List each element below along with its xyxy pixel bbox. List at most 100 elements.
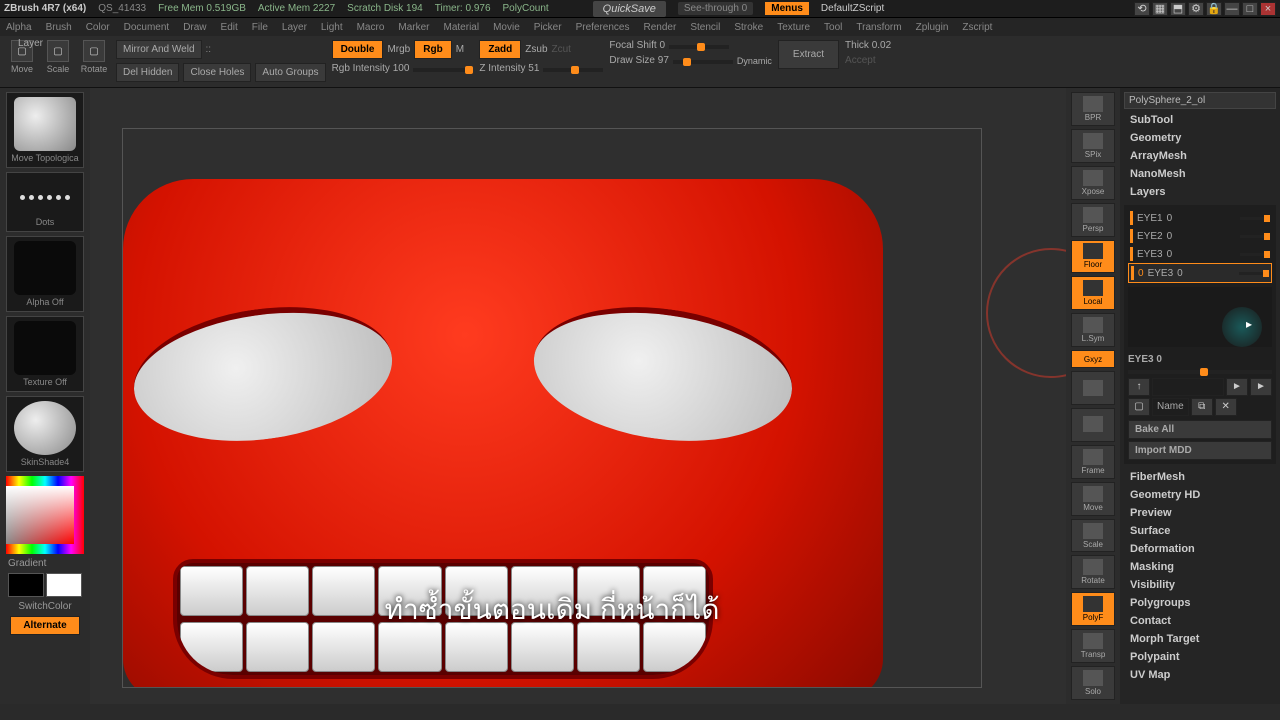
menu-alpha[interactable]: Alpha [6, 22, 32, 33]
seethrough-slider[interactable]: See-through 0 [678, 2, 753, 15]
solo-button[interactable]: Solo [1071, 666, 1115, 700]
panel-geometry[interactable]: Geometry [1124, 129, 1276, 147]
rotate-tool[interactable]: ▢Rotate [78, 40, 110, 74]
canvas[interactable]: ทำซ้ำขั้นตอนเดิม กี่หน้าก็ได้ [122, 128, 982, 688]
zcut-button[interactable]: Zcut [552, 44, 571, 55]
menu-material[interactable]: Material [444, 22, 480, 33]
gxyz-button[interactable]: Gxyz [1071, 350, 1115, 368]
dynamic-label[interactable]: Dynamic [737, 56, 772, 66]
polyf-button[interactable]: PolyF [1071, 592, 1115, 626]
menu-stencil[interactable]: Stencil [690, 22, 720, 33]
scale2-button[interactable]: Scale [1071, 519, 1115, 553]
menu-color[interactable]: Color [86, 22, 110, 33]
menu-document[interactable]: Document [124, 22, 170, 33]
double-button[interactable]: Double [332, 40, 384, 59]
mirror-weld-button[interactable]: Mirror And Weld [116, 40, 202, 59]
rgb-intensity-slider[interactable]: Rgb Intensity 100 [332, 63, 410, 74]
maximize-icon[interactable]: □ [1242, 2, 1258, 16]
menu-movie[interactable]: Movie [493, 22, 520, 33]
scale-tool[interactable]: ▢Scale [42, 40, 74, 74]
texture-thumb[interactable]: Texture Off [6, 316, 84, 392]
menu-draw[interactable]: Draw [183, 22, 206, 33]
layer-scroll-area[interactable]: ▸ [1128, 287, 1272, 347]
eye-button[interactable] [1071, 371, 1115, 405]
win-icon-3[interactable]: ⬒ [1170, 2, 1186, 16]
move2-button[interactable]: Move [1071, 482, 1115, 516]
menu-texture[interactable]: Texture [777, 22, 810, 33]
zadd-button[interactable]: Zadd [479, 40, 521, 59]
alternate-button[interactable]: Alternate [10, 616, 80, 635]
config-icon[interactable]: ⚙ [1188, 2, 1204, 16]
menu-tool[interactable]: Tool [824, 22, 842, 33]
menu-render[interactable]: Render [644, 22, 677, 33]
minimize-icon[interactable]: — [1224, 2, 1240, 16]
focal-shift-slider[interactable]: Focal Shift 0 [609, 40, 665, 51]
subtool-header[interactable]: PolySphere_2_ol [1124, 92, 1276, 109]
panel-fibermesh[interactable]: FiberMesh [1124, 468, 1276, 486]
panel-arraymesh[interactable]: ArrayMesh [1124, 147, 1276, 165]
lsym-button[interactable]: L.Sym [1071, 313, 1115, 347]
layer-right2-icon[interactable]: ► [1250, 378, 1272, 396]
panel-surface[interactable]: Surface [1124, 522, 1276, 540]
layer-eye1[interactable]: EYE10 [1128, 209, 1272, 227]
current-layer-label[interactable]: EYE3 0 [1128, 351, 1272, 368]
xpose-button[interactable]: Xpose [1071, 166, 1115, 200]
menu-file[interactable]: File [252, 22, 268, 33]
m-button[interactable]: M [456, 44, 464, 55]
panel-contact[interactable]: Contact [1124, 612, 1276, 630]
layer-box-icon[interactable]: ▢ [1128, 398, 1150, 416]
menu-stroke[interactable]: Stroke [734, 22, 763, 33]
panel-uv-map[interactable]: UV Map [1124, 666, 1276, 684]
close-icon[interactable]: × [1260, 2, 1276, 16]
color-picker[interactable] [6, 476, 84, 554]
stroke-thumb[interactable]: Dots [6, 172, 84, 232]
close-holes-button[interactable]: Close Holes [183, 63, 251, 82]
panel-geometry-hd[interactable]: Geometry HD [1124, 486, 1276, 504]
floor-button[interactable]: Floor [1071, 240, 1115, 274]
transp-button[interactable]: Transp [1071, 629, 1115, 663]
layer-copy-icon[interactable]: ⧉ [1191, 398, 1213, 416]
spix-button[interactable]: SPix [1071, 129, 1115, 163]
win-icon-2[interactable]: ▦ [1152, 2, 1168, 16]
default-script[interactable]: DefaultZScript [821, 3, 884, 14]
mrgb-button[interactable]: Mrgb [387, 44, 410, 55]
layer-right-icon[interactable]: ► [1226, 378, 1248, 396]
alpha-thumb[interactable]: Alpha Off [6, 236, 84, 312]
local-button[interactable]: Local [1071, 276, 1115, 310]
win-icon-1[interactable]: ⟲ [1134, 2, 1150, 16]
menu-edit[interactable]: Edit [221, 22, 238, 33]
menu-preferences[interactable]: Preferences [576, 22, 630, 33]
frame-button[interactable]: Frame [1071, 445, 1115, 479]
menu-marker[interactable]: Marker [398, 22, 429, 33]
gradient-label[interactable]: Gradient [4, 558, 46, 569]
panel-polypaint[interactable]: Polypaint [1124, 648, 1276, 666]
persp-button[interactable]: Persp [1071, 203, 1115, 237]
layer-x-icon[interactable]: ✕ [1215, 398, 1237, 416]
rotate2-button[interactable]: Rotate [1071, 555, 1115, 589]
menus-button[interactable]: Menus [765, 2, 809, 15]
panel-layers[interactable]: Layers [1124, 183, 1276, 201]
layer-up-icon[interactable]: ↑ [1128, 378, 1150, 396]
lock-icon[interactable]: 🔒 [1206, 2, 1222, 16]
panel-visibility[interactable]: Visibility [1124, 576, 1276, 594]
swatch-white[interactable] [46, 573, 82, 597]
layer-eye3[interactable]: 0EYE30 [1128, 263, 1272, 283]
target-button[interactable] [1071, 408, 1115, 442]
panel-polygroups[interactable]: Polygroups [1124, 594, 1276, 612]
rgb-button[interactable]: Rgb [414, 40, 451, 59]
switch-color-button[interactable]: SwitchColor [18, 601, 71, 612]
name-label[interactable]: Name [1152, 398, 1189, 416]
layer-eye3[interactable]: EYE30 [1128, 245, 1272, 263]
panel-masking[interactable]: Masking [1124, 558, 1276, 576]
menu-zscript[interactable]: Zscript [962, 22, 992, 33]
panel-subtool[interactable]: SubTool [1124, 111, 1276, 129]
draw-size-slider[interactable]: Draw Size 97 [609, 55, 668, 66]
del-hidden-button[interactable]: Del Hidden [116, 63, 179, 82]
zsub-button[interactable]: Zsub [525, 44, 547, 55]
menu-macro[interactable]: Macro [357, 22, 385, 33]
accept-button[interactable]: Accept [845, 55, 891, 66]
bpr-button[interactable]: BPR [1071, 92, 1115, 126]
menu-brush[interactable]: Brush [46, 22, 72, 33]
panel-nanomesh[interactable]: NanoMesh [1124, 165, 1276, 183]
menu-layer[interactable]: Layer [282, 22, 307, 33]
